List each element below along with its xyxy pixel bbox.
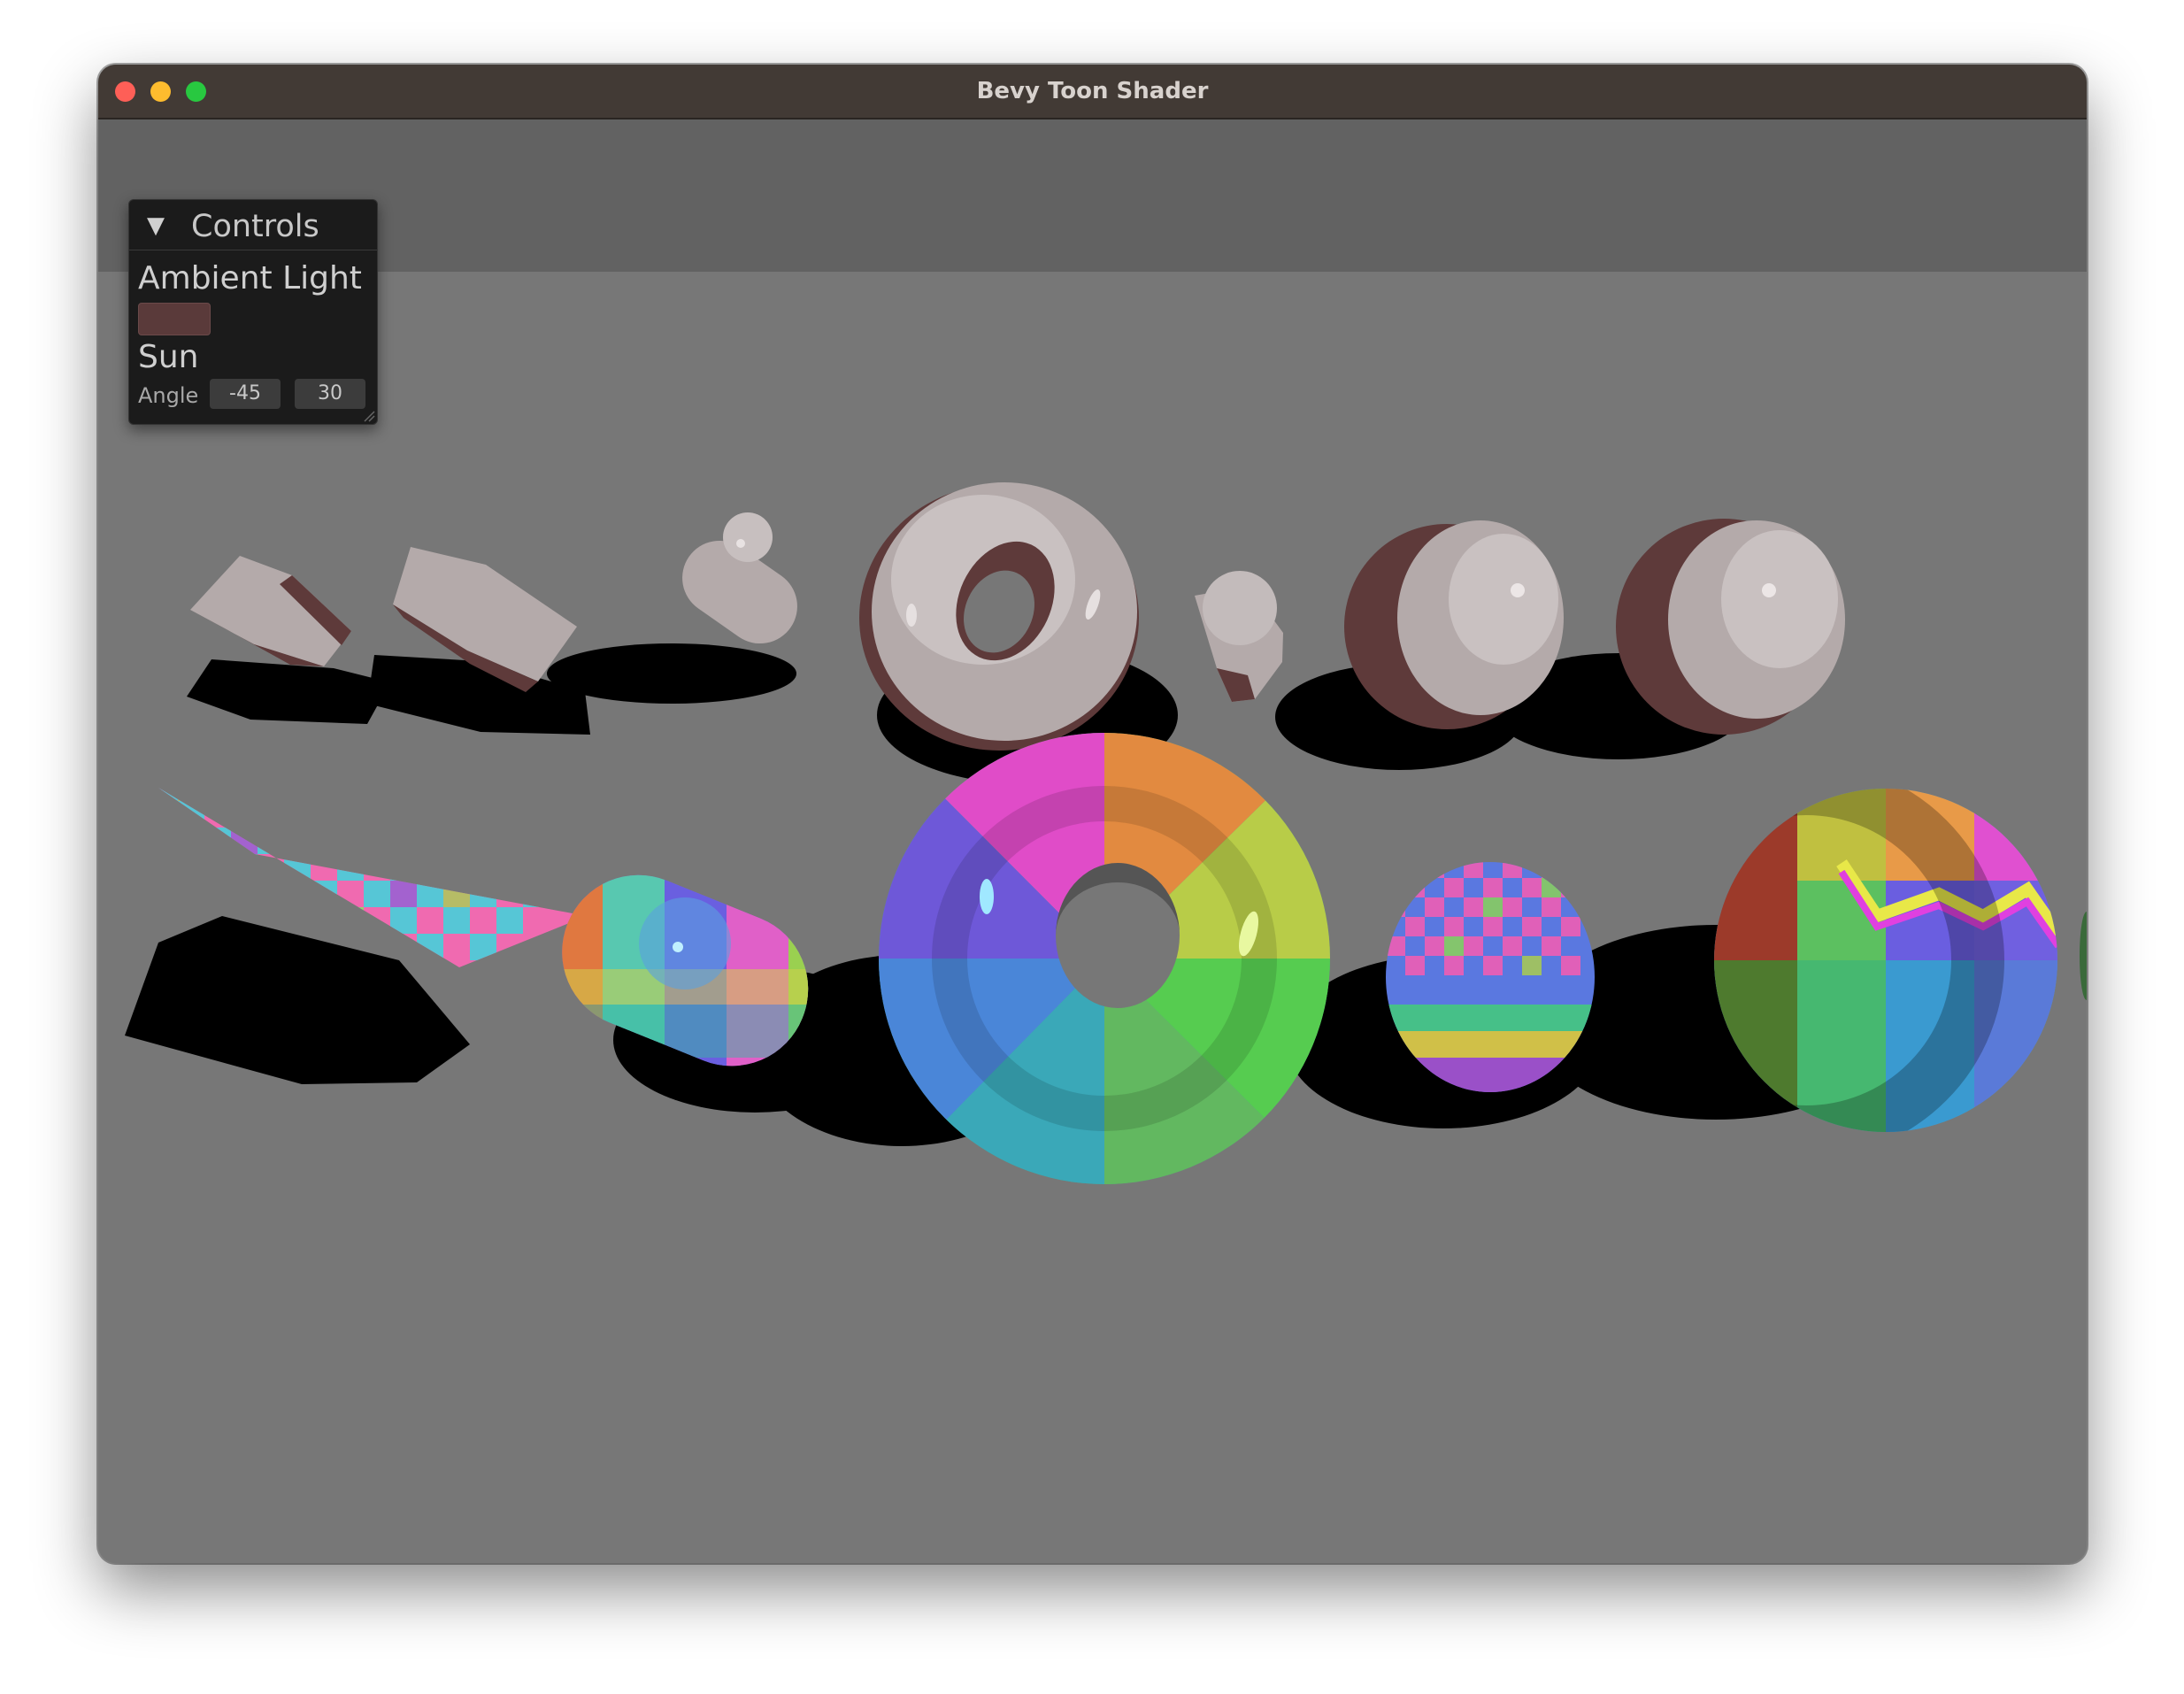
sun-angle-label: Angle <box>138 383 199 408</box>
title-bar[interactable]: Bevy Toon Shader <box>98 65 2087 119</box>
sun-angle-x-drag-value[interactable]: -45 <box>210 379 281 409</box>
app-window: Bevy Toon Shader ▼ Controls Ambient Ligh… <box>98 65 2087 1563</box>
controls-title: Controls <box>191 209 319 244</box>
controls-collapse-header[interactable]: ▼ Controls <box>129 200 377 250</box>
sky-band <box>98 119 2087 272</box>
sun-label: Sun <box>138 339 199 375</box>
resize-grip-icon[interactable] <box>361 408 375 422</box>
scene-canvas <box>98 119 2087 1563</box>
window-title: Bevy Toon Shader <box>976 78 1209 104</box>
ambient-light-color-picker[interactable] <box>138 303 211 335</box>
ambient-light-label: Ambient Light <box>138 260 362 296</box>
collapse-triangle-icon: ▼ <box>147 212 165 239</box>
controls-panel: ▼ Controls Ambient Light Sun Angle -45 3… <box>128 199 378 425</box>
render-viewport[interactable]: ▼ Controls Ambient Light Sun Angle -45 3… <box>98 119 2087 1563</box>
sun-angle-y-drag-value[interactable]: 30 <box>295 379 365 409</box>
